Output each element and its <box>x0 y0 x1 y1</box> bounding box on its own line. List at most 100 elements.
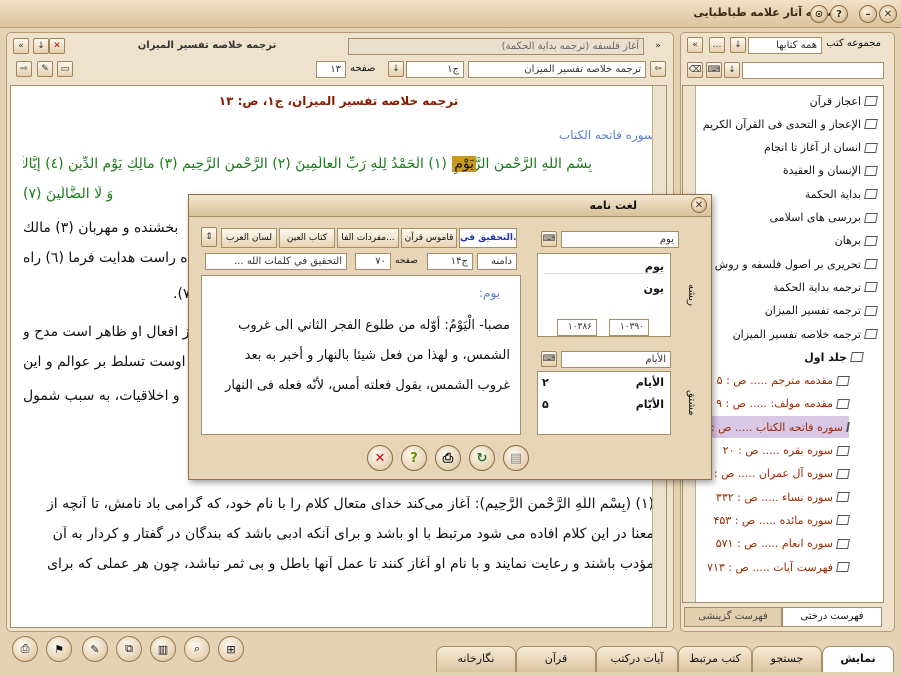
list-item[interactable]: يون <box>544 282 664 295</box>
word-cell[interactable]: الأيام <box>636 376 664 389</box>
tree-item[interactable]: سوره فاتحه الكتاب ..... ص : ۱۳ <box>696 416 850 439</box>
tree-item-label: جلد اول <box>804 350 847 364</box>
tree-item[interactable]: سوره آل عمران ..... ص : ۲۲۸ <box>693 463 850 485</box>
help-icon[interactable]: ? <box>830 5 848 23</box>
tree-item-label: ترجمه تفسير الميزان <box>764 304 861 318</box>
page-field[interactable]: ۷۰ <box>355 253 391 270</box>
prev-page-icon[interactable]: ⇦ <box>650 61 666 77</box>
book-icon <box>864 282 878 293</box>
notes-icon[interactable]: ▤ <box>503 445 529 471</box>
keyboard-icon[interactable]: ⌨ <box>541 351 557 367</box>
tree-item[interactable]: ترجمه تفسير الميزان <box>764 300 878 322</box>
tree-item[interactable]: ترجمه بداية الحكمة <box>773 276 878 298</box>
tree-item[interactable]: جلد اول <box>804 346 864 368</box>
close-tab-icon[interactable]: ✕ <box>49 38 65 54</box>
tree-item[interactable]: سوره نساء ..... ص : ۳۳۲ <box>716 486 850 508</box>
books-search-input[interactable] <box>742 62 884 79</box>
second-tab-title[interactable]: آغاز فلسفه (ترجمه بداية الحكمة) <box>348 38 644 55</box>
tab-related-books[interactable]: كتب مرتبط <box>678 646 752 672</box>
layout-icon[interactable]: ▥ <box>150 636 176 662</box>
tree-item[interactable]: سوره انعام ..... ص : ۵۷۱ <box>716 533 850 555</box>
tab-tahqiq[interactable]: التحقيق في... <box>459 228 517 248</box>
close-icon[interactable]: ✕ <box>691 197 707 213</box>
book-icon <box>836 398 850 409</box>
book-icon <box>836 375 850 386</box>
commentary-line: معنا در اين كلام افاده می شود مرتبط با ا… <box>52 526 654 542</box>
tree-item[interactable]: برهان <box>835 230 878 252</box>
tab-ayn[interactable]: كتاب العين <box>279 228 335 248</box>
search-icon[interactable]: ⌕ <box>184 636 210 662</box>
keyboard-icon[interactable]: ⌨ <box>541 231 557 247</box>
tree-item[interactable]: سوره مائده ..... ص : ۴۵۳ <box>713 509 850 531</box>
bookmark-icon[interactable]: ⚑ <box>46 636 72 662</box>
dictionary-search-input[interactable]: يوم <box>561 231 679 248</box>
book-icon <box>836 562 850 572</box>
tree-item[interactable]: فهرست آيات ..... ص : ۷۱۳ <box>707 556 850 578</box>
edit-note-icon[interactable]: ✎ <box>82 636 108 662</box>
tab-lisan[interactable]: لسان العرب <box>221 228 277 248</box>
tools-icon[interactable]: ✎ <box>37 61 53 77</box>
tab-search[interactable]: جستجو <box>752 646 822 672</box>
minimize-icon[interactable]: – <box>859 5 877 23</box>
highlighted-word[interactable]: يَوْمِ <box>452 156 476 172</box>
tree-item[interactable]: الإعجاز و التحدى فى القرآن الكريم <box>703 113 878 135</box>
dropdown-icon[interactable]: ↓ <box>730 37 746 53</box>
tree-item[interactable]: مقدمه مولف: ..... ص : ۹ <box>716 393 850 415</box>
eraser-icon[interactable]: ⌫ <box>687 62 703 78</box>
view-mode-icon[interactable]: ▭ <box>57 61 73 77</box>
copy-icon[interactable]: ⧉ <box>116 636 142 662</box>
book-icon <box>836 468 850 479</box>
chevron-right-icon[interactable]: » <box>650 38 666 54</box>
derivative-list[interactable]: ۲ الأيام ۵ الأيّام <box>537 371 671 435</box>
tab-qamus[interactable]: قاموس قرآن <box>401 228 457 248</box>
tab-tree-list[interactable]: فهرست درختی <box>782 607 882 627</box>
arrow-down-icon[interactable]: ↓ <box>33 38 49 54</box>
tree-item[interactable]: انسان از آغاز تا انجام <box>764 137 878 159</box>
books-tree[interactable]: اعجاز قرآن الإعجاز و التحدى فى القرآن الك… <box>682 85 884 603</box>
tree-item-label: انسان از آغاز تا انجام <box>764 141 861 155</box>
print-icon[interactable]: ⎙ <box>12 636 38 662</box>
dropdown-icon[interactable]: ↓ <box>724 62 740 78</box>
tab-verses-in-books[interactable]: آيات درکتب <box>596 646 678 672</box>
entry-line: مصبا- الْيَوْمُ: أوّله من طلوع الفجر الث… <box>238 318 510 333</box>
book-input[interactable]: ترجمه خلاصه تفسیر المیزان <box>468 61 646 78</box>
tab-display[interactable]: نمايش <box>822 646 894 672</box>
tree-item[interactable]: ترجمه خلاصه تفسير الميزان <box>733 323 878 345</box>
page-input[interactable]: ۱۳ <box>316 61 346 78</box>
entry-text-area[interactable]: يوم: مصبا- الْيَوْمُ: أوّله من طلوع الفج… <box>201 275 521 435</box>
tab-selective-list[interactable]: فهرست گزینشی <box>684 607 782 627</box>
chevron-left-icon[interactable]: « <box>13 38 29 54</box>
prev-arrow-icon[interactable]: « <box>687 37 703 53</box>
tree-item[interactable]: بررسی های اسلامی <box>770 207 878 229</box>
volume-input[interactable]: ج۱ <box>406 61 464 78</box>
derivative-search-input[interactable]: الأيام <box>561 351 671 368</box>
refresh-icon[interactable]: ↻ <box>469 445 495 471</box>
tab-mufradat[interactable]: مفردات الفا... <box>337 228 399 248</box>
word-cell[interactable]: الأيّام <box>636 398 664 411</box>
list-item[interactable]: يوم <box>544 260 664 274</box>
delete-icon[interactable]: ✕ <box>367 445 393 471</box>
print-icon[interactable]: ⎙ <box>435 445 461 471</box>
compare-icon[interactable]: ⊞ <box>218 636 244 662</box>
close-icon[interactable]: ✕ <box>879 5 897 23</box>
tab-quran[interactable]: قرآن <box>516 646 596 672</box>
tree-item[interactable]: مقدمه مترجم ..... ص : ۵ <box>717 370 850 392</box>
book-filter-select[interactable]: همه کتابها <box>748 37 822 54</box>
next-page-icon[interactable]: ⇨ <box>16 61 32 77</box>
tree-item-label: اعجاز قرآن <box>809 94 861 108</box>
keyboard-icon[interactable]: ⌨ <box>706 62 722 78</box>
info-icon[interactable]: ⊙ <box>810 5 828 23</box>
tree-item[interactable]: الإنسان و العقيدة <box>783 160 878 182</box>
page-dropdown-icon[interactable]: ↓ <box>388 61 404 77</box>
tree-item[interactable]: سوره بقره ..... ص : ۲۰ <box>723 440 850 462</box>
help-icon[interactable]: ? <box>401 445 427 471</box>
tree-item[interactable]: اعجاز قرآن <box>809 90 878 112</box>
tab-gallery[interactable]: نگارخانه <box>436 646 516 672</box>
tree-item[interactable]: بداية الحكمة <box>805 183 878 205</box>
scroll-tabs-icon[interactable]: ⇕ <box>201 227 217 247</box>
domain-field[interactable]: دامنه <box>477 253 517 270</box>
more-icon[interactable]: … <box>709 37 725 53</box>
volume-field[interactable]: ج۱۴ <box>427 253 473 270</box>
active-tab-title[interactable]: ترجمه خلاصه تفسیر المیزان <box>68 38 346 55</box>
source-field[interactable]: التحقيق في كلمات الله ... <box>205 253 347 270</box>
